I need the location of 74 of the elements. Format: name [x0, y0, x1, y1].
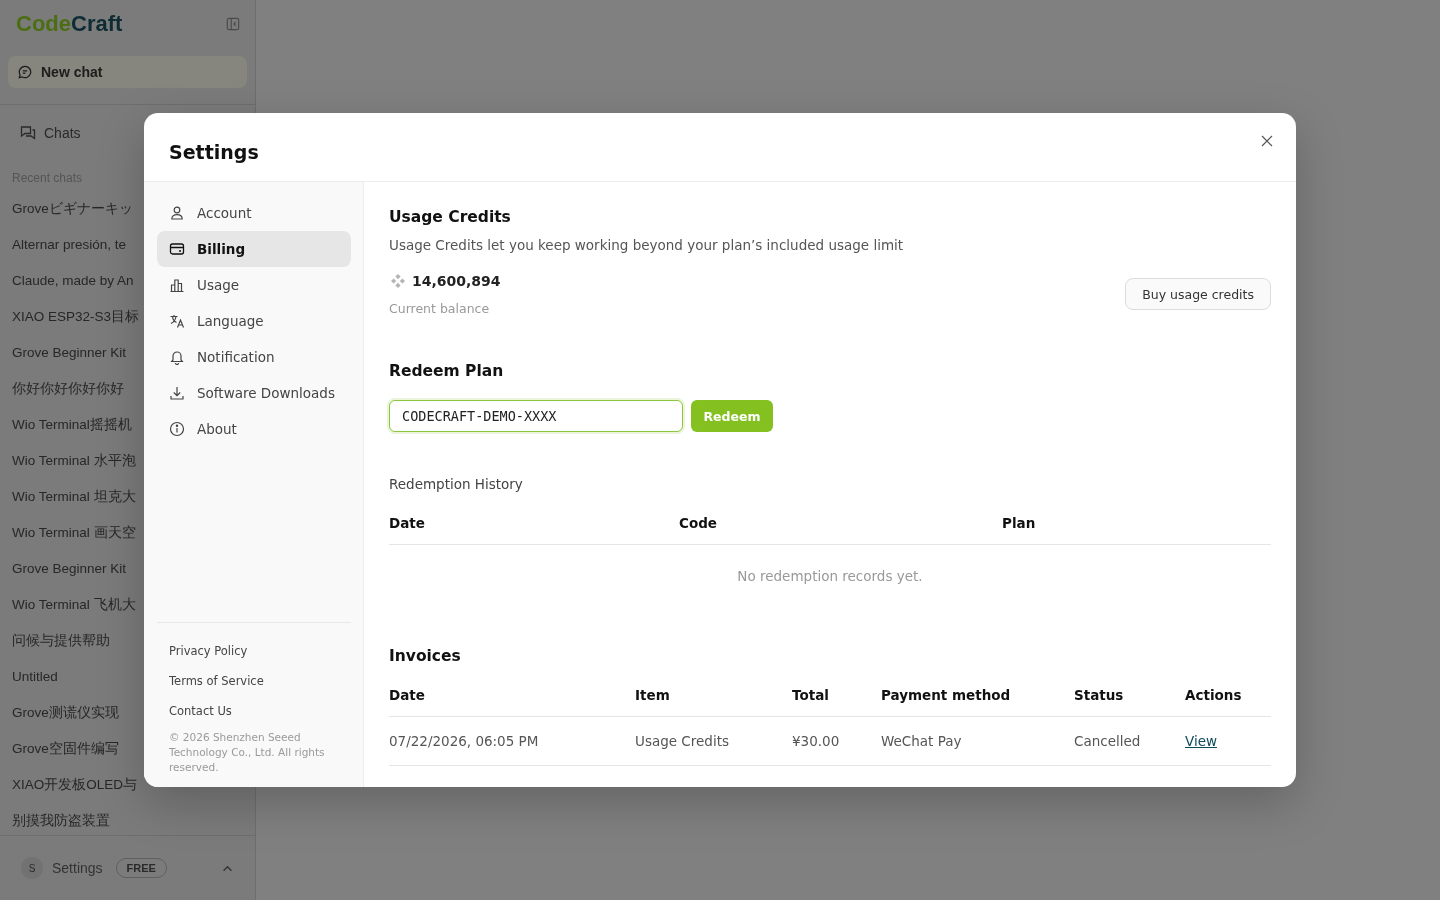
footer-link[interactable]: Privacy Policy [157, 636, 248, 666]
chat-history-item[interactable]: Groveビギナーキッ [8, 195, 137, 223]
info-icon [169, 421, 185, 437]
chat-history-item[interactable]: Wio Terminal 水平泡 [8, 447, 140, 475]
table-cell: Cancelled [1074, 733, 1141, 749]
app-logo: CodeCraft [16, 11, 123, 37]
column-header: Payment method [881, 675, 1074, 717]
table-cell: 07/22/2026, 06:05 PM [389, 733, 539, 749]
column-header: Plan [1002, 503, 1271, 545]
settings-nav-item[interactable]: Notification [157, 339, 351, 375]
column-header: Date [389, 503, 679, 545]
table-cell: WeChat Pay [881, 733, 962, 749]
column-header: Item [635, 675, 792, 717]
chat-history-item[interactable]: Claude, made by An [8, 267, 138, 295]
dialog-title: Settings [169, 140, 259, 165]
user-icon [169, 205, 185, 221]
translate-icon [169, 313, 185, 329]
chat-history-item[interactable]: 问候与提供帮助 [8, 627, 114, 655]
chat-history-item[interactable]: 你好你好你好你好 [8, 375, 128, 403]
chat-history-item[interactable]: XIAO ESP32-S3目标 [8, 303, 144, 331]
redeem-button[interactable]: Redeem [691, 400, 773, 432]
credit-card-icon [169, 241, 185, 257]
view-link[interactable]: View [1185, 733, 1218, 749]
bell-icon [169, 349, 185, 365]
section-heading: Invoices [389, 646, 462, 667]
chats-icon [20, 125, 36, 141]
column-header: Code [679, 503, 1002, 545]
chat-history-item[interactable]: Grove Beginner Kit [8, 339, 131, 367]
chat-history-item[interactable]: Grove Beginner Kit [8, 555, 131, 583]
chevron-up-icon[interactable] [222, 864, 233, 872]
sidebar-toggle-icon[interactable] [226, 17, 240, 31]
column-header: Status [1074, 675, 1185, 717]
empty-state-message: No redemption records yet. [737, 568, 923, 584]
download-icon [169, 385, 185, 401]
section-description: Usage Credits let you keep working beyond your plan’s included usage limit [389, 236, 905, 255]
section-heading: Redemption History [389, 475, 524, 494]
chat-bubble-icon [18, 65, 32, 79]
chat-history-item[interactable]: Wio Terminal 飞机大 [8, 591, 140, 619]
copyright-text: © 2026 Shenzhen Seeed Technology Co., Ltd. All rights reserved. [168, 730, 326, 775]
user-menu-label[interactable]: Settings [52, 860, 103, 876]
chat-history-item[interactable]: Wio Terminal摇摇机 [8, 411, 136, 439]
settings-nav-item[interactable]: About [157, 411, 351, 447]
chat-history-item[interactable]: 别摸我防盗装置 [8, 807, 114, 835]
chat-history-item[interactable]: Untitled [8, 663, 62, 691]
chat-history-item[interactable]: Wio Terminal 坦克大 [8, 483, 140, 511]
sidebar-nav-item[interactable]: Chats [8, 117, 93, 149]
settings-nav-item[interactable]: Software Downloads [157, 375, 351, 411]
new-chat-button[interactable]: New chat [8, 56, 247, 88]
settings-nav-item[interactable]: Usage [157, 267, 351, 303]
balance-label: Current balance [389, 300, 491, 318]
settings-nav-item[interactable]: Billing [157, 231, 351, 267]
chat-history-item[interactable]: Grove空固件编写 [8, 735, 123, 763]
chat-history-item[interactable]: Alternar presión, te [8, 231, 131, 259]
table-cell: ¥30.00 [792, 733, 840, 749]
column-header: Date [389, 675, 635, 717]
bar-chart-icon [169, 277, 185, 293]
section-heading: Redeem Plan [389, 361, 505, 382]
footer-link[interactable]: Terms of Service [157, 666, 264, 696]
settings-nav-item[interactable]: Language [157, 303, 351, 339]
user-avatar: S [21, 857, 43, 879]
diamond-cluster-icon [391, 274, 405, 288]
column-header: Actions [1185, 675, 1271, 717]
chat-history-item[interactable]: Grove测谎仪实现 [8, 699, 123, 727]
settings-nav-item[interactable]: Account [157, 195, 351, 231]
buy-credits-button[interactable]: Buy usage credits [1125, 278, 1271, 310]
chat-history-item[interactable]: XIAO开发板OLED与 [8, 771, 142, 799]
credit-balance: 14,600,894 [412, 273, 501, 289]
footer-link[interactable]: Contact Us [157, 696, 232, 726]
close-icon[interactable] [1261, 135, 1273, 147]
redeem-code-field[interactable]: CODECRAFT-DEMO-XXXX [389, 400, 683, 432]
chat-history-item[interactable]: Wio Terminal 画天空 [8, 519, 140, 547]
section-heading: Usage Credits [389, 207, 512, 228]
table-cell: Usage Credits [635, 733, 729, 749]
column-header: Total [792, 675, 881, 717]
